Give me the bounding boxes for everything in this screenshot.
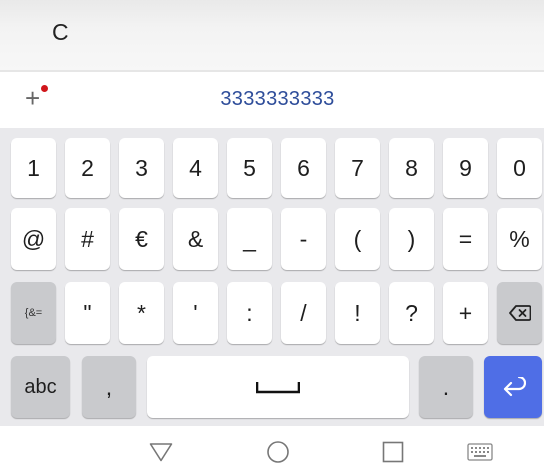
key-0[interactable]: 0 [497, 138, 542, 198]
key-more-symbols[interactable]: {&= [11, 282, 56, 344]
suggestion-number[interactable]: 3333333333 [0, 88, 544, 111]
key-equals[interactable]: = [443, 208, 488, 270]
keyboard-icon[interactable] [467, 443, 493, 461]
keyboard: 1 2 3 4 5 6 7 8 9 0 @ # € & _ - ( ) = % … [0, 128, 544, 426]
key-exclamation[interactable]: ! [335, 282, 380, 344]
key-comma[interactable]: , [82, 356, 136, 418]
key-4[interactable]: 4 [173, 138, 218, 198]
space-bar[interactable] [147, 356, 409, 418]
key-quote[interactable]: " [65, 282, 110, 344]
abc-button[interactable]: abc [11, 356, 70, 418]
enter-button[interactable] [484, 356, 542, 418]
key-5[interactable]: 5 [227, 138, 272, 198]
navigation-bar [0, 426, 544, 476]
enter-icon [503, 377, 526, 397]
key-6[interactable]: 6 [281, 138, 326, 198]
key-1[interactable]: 1 [11, 138, 56, 198]
key-slash[interactable]: / [281, 282, 326, 344]
key-plus[interactable]: + [443, 282, 488, 344]
key-asterisk[interactable]: * [119, 282, 164, 344]
key-open-paren[interactable]: ( [335, 208, 380, 270]
key-at[interactable]: @ [11, 208, 56, 270]
text-input-area[interactable]: C [0, 0, 544, 70]
backspace-icon [508, 305, 531, 321]
key-2[interactable]: 2 [65, 138, 110, 198]
key-7[interactable]: 7 [335, 138, 380, 198]
back-icon[interactable] [149, 442, 173, 462]
key-3[interactable]: 3 [119, 138, 164, 198]
key-hash[interactable]: # [65, 208, 110, 270]
backspace-button[interactable] [497, 282, 542, 344]
input-text: C [52, 19, 69, 45]
suggestion-bar: + 3333333333 [0, 72, 544, 128]
space-icon [256, 382, 300, 394]
recents-icon[interactable] [382, 441, 404, 463]
key-hyphen[interactable]: - [281, 208, 326, 270]
key-underscore[interactable]: _ [227, 208, 272, 270]
key-percent[interactable]: % [497, 208, 542, 270]
home-icon[interactable] [266, 440, 290, 464]
key-colon[interactable]: : [227, 282, 272, 344]
key-9[interactable]: 9 [443, 138, 488, 198]
key-question[interactable]: ? [389, 282, 434, 344]
key-apostrophe[interactable]: ' [173, 282, 218, 344]
key-euro[interactable]: € [119, 208, 164, 270]
key-period[interactable]: . [419, 356, 473, 418]
key-close-paren[interactable]: ) [389, 208, 434, 270]
key-ampersand[interactable]: & [173, 208, 218, 270]
key-8[interactable]: 8 [389, 138, 434, 198]
